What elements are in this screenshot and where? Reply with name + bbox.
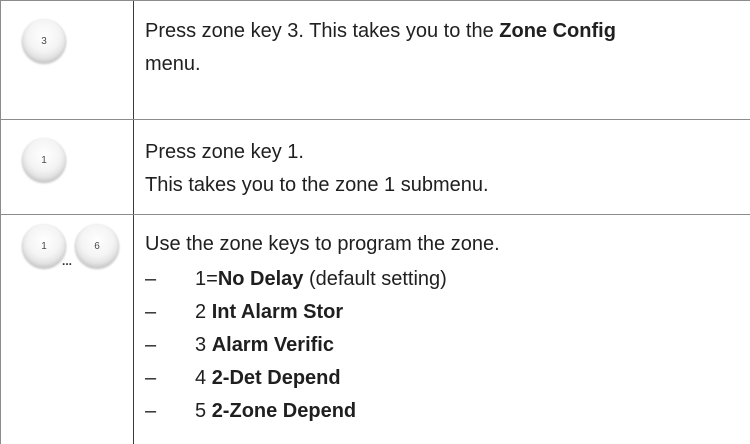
option-dash: – bbox=[145, 334, 157, 356]
option-number: 1= bbox=[195, 268, 218, 290]
step-3-intro-text: Use the zone keys to program the zone. bbox=[145, 233, 500, 255]
option-note: (default setting) bbox=[303, 268, 447, 290]
zone-key-label: 6 bbox=[94, 240, 100, 252]
option-dash: – bbox=[145, 400, 157, 422]
option-item: – 4 2-Det Depend bbox=[145, 363, 341, 393]
option-number: 3 bbox=[195, 334, 212, 356]
option-number: 2 bbox=[195, 301, 212, 323]
option-dash: – bbox=[145, 367, 157, 389]
option-item: – 1=No Delay (default setting) bbox=[145, 264, 447, 294]
zone-config-menu-name: Zone Config bbox=[499, 20, 616, 42]
option-label: 2-Det Depend bbox=[211, 367, 341, 389]
table-top-border bbox=[0, 0, 750, 1]
table-left-border bbox=[0, 0, 1, 444]
key-range-ellipsis: ... bbox=[62, 254, 73, 268]
zone-key-label: 3 bbox=[41, 35, 47, 47]
option-label: Int Alarm Stor bbox=[211, 301, 344, 323]
option-label: No Delay bbox=[217, 268, 304, 290]
column-divider bbox=[133, 0, 134, 444]
zone-key-3-icon: 3 bbox=[22, 19, 66, 63]
step-3-intro: Use the zone keys to program the zone. bbox=[145, 228, 500, 261]
step-2-line-1: Press zone key 1. bbox=[145, 141, 304, 163]
option-number: 5 bbox=[195, 400, 212, 422]
zone-key-6-icon: 6 bbox=[75, 224, 119, 268]
step-1-text-end: menu. bbox=[145, 53, 201, 75]
zone-key-1-icon: 1 bbox=[22, 224, 66, 268]
row-divider bbox=[0, 119, 750, 120]
step-1-text-start: Press zone key 3. This takes you to the bbox=[145, 20, 500, 42]
option-label: Alarm Verific bbox=[211, 334, 334, 356]
option-dash: – bbox=[145, 301, 157, 323]
zone-key-label: 1 bbox=[41, 154, 47, 166]
zone-key-label: 1 bbox=[41, 240, 47, 252]
option-item: – 3 Alarm Verific bbox=[145, 330, 334, 360]
step-2-line-2: This takes you to the zone 1 submenu. bbox=[145, 174, 489, 196]
option-label: 2-Zone Depend bbox=[211, 400, 357, 422]
option-item: – 5 2-Zone Depend bbox=[145, 396, 356, 426]
option-number: 4 bbox=[195, 367, 212, 389]
row-divider bbox=[0, 214, 750, 215]
option-dash: – bbox=[145, 268, 157, 290]
steps-table: 3 Press zone key 3. This takes you to th… bbox=[0, 0, 750, 444]
option-item: – 2 Int Alarm Stor bbox=[145, 297, 343, 327]
step-2-text: Press zone key 1. This takes you to the … bbox=[145, 136, 489, 202]
step-1-text: Press zone key 3. This takes you to the … bbox=[145, 15, 616, 81]
zone-key-1-icon: 1 bbox=[22, 138, 66, 182]
